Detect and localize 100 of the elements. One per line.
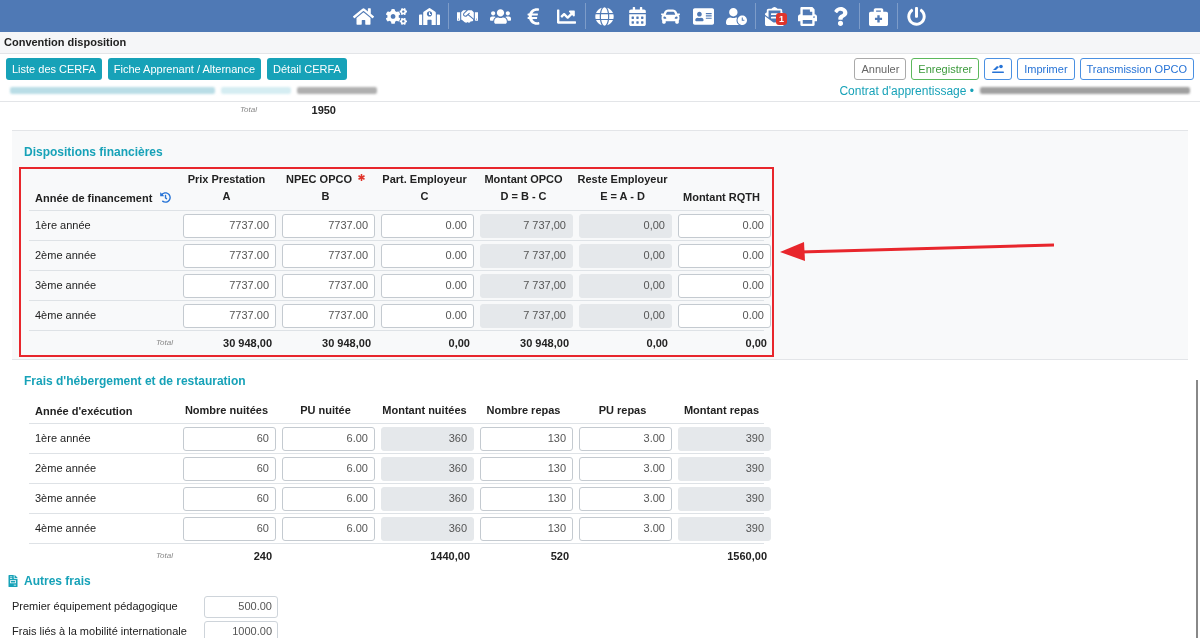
total-label: Total [155, 550, 174, 562]
column-header: Prix Prestation [187, 172, 266, 187]
column-formula: D = B - C [500, 189, 547, 204]
input-field[interactable]: 500.00 [204, 595, 278, 618]
readonly-field: 390 [678, 426, 771, 451]
column-header: Montant RQTH [683, 190, 760, 205]
car-icon[interactable] [660, 6, 681, 26]
column-formula: C [420, 189, 429, 204]
input-field[interactable]: 6.00 [282, 426, 375, 451]
column-header: Montant nuitées [382, 403, 467, 418]
total-label: Total [155, 337, 174, 349]
input-field[interactable]: 130 [480, 516, 573, 541]
medical-kit-icon[interactable] [868, 6, 889, 26]
total-label: Total [239, 104, 258, 117]
action-button[interactable]: Imprimer [1017, 58, 1075, 80]
readonly-field: 0,00 [579, 303, 672, 328]
input-field[interactable]: 0.00 [381, 213, 474, 238]
input-field[interactable]: 6.00 [282, 456, 375, 481]
readonly-field: 390 [678, 516, 771, 541]
print-icon[interactable] [797, 6, 818, 26]
readonly-field: 7 737,00 [480, 303, 573, 328]
input-field[interactable]: 60 [183, 516, 276, 541]
input-field[interactable]: 7737.00 [282, 213, 375, 238]
total-value: 30 948,00 [322, 335, 371, 351]
input-field[interactable]: 7737.00 [282, 273, 375, 298]
input-field[interactable]: 6.00 [282, 486, 375, 511]
column-header: Année de financement [35, 190, 153, 206]
column-header: Montant OPCO [484, 172, 563, 187]
redacted-text [221, 87, 291, 94]
save-button[interactable]: Enregistrer [911, 58, 980, 80]
row-label: 2ème année [34, 248, 98, 264]
total-value: 30 948,00 [520, 335, 569, 351]
input-field[interactable]: 7737.00 [282, 303, 375, 328]
readonly-field: 7 737,00 [480, 243, 573, 268]
column-formula: B [321, 189, 330, 204]
history-icon[interactable] [160, 192, 172, 204]
input-field[interactable]: 7737.00 [282, 243, 375, 268]
input-field[interactable]: 0.00 [381, 243, 474, 268]
row-label: 1ère année [34, 431, 92, 447]
column-header: Reste Employeur [577, 172, 668, 187]
input-field[interactable]: 7737.00 [183, 243, 276, 268]
school-icon[interactable] [419, 6, 440, 26]
total-value: 1440,00 [430, 548, 470, 564]
input-field[interactable]: 7737.00 [183, 303, 276, 328]
row-label: 4ème année [34, 308, 98, 324]
user-clock-icon[interactable] [726, 6, 747, 26]
input-field[interactable]: 130 [480, 486, 573, 511]
input-field[interactable]: 0.00 [678, 243, 771, 268]
row-label: 1ère année [34, 218, 92, 234]
column-header: NPEC OPCO [286, 172, 352, 187]
input-field[interactable]: 0.00 [381, 273, 474, 298]
readonly-field: 360 [381, 426, 474, 451]
field-label: Frais liés à la mobilité internationale [12, 624, 188, 638]
input-field[interactable]: 3.00 [579, 426, 672, 451]
input-field[interactable]: 60 [183, 456, 276, 481]
home-icon[interactable] [353, 6, 374, 26]
column-formula: E = A - D [600, 189, 645, 204]
input-field[interactable]: 3.00 [579, 486, 672, 511]
input-field[interactable]: 0.00 [678, 213, 771, 238]
globe-icon[interactable] [594, 6, 615, 26]
input-field[interactable]: 0.00 [381, 303, 474, 328]
input-field[interactable]: 130 [480, 426, 573, 451]
input-field[interactable]: 3.00 [579, 456, 672, 481]
input-field[interactable]: 60 [183, 486, 276, 511]
input-field[interactable]: 1000.00 [204, 620, 278, 638]
cancel-button[interactable]: Annuler [854, 58, 907, 80]
input-field[interactable]: 3.00 [579, 516, 672, 541]
notification-badge: 1 [776, 12, 787, 25]
readonly-field: 390 [678, 456, 771, 481]
readonly-field: 7 737,00 [480, 213, 573, 238]
total-value: 0,00 [646, 335, 668, 351]
page-title: Convention disposition [4, 35, 127, 51]
input-field[interactable]: 130 [480, 456, 573, 481]
total-value: 1950 [311, 103, 337, 118]
total-value: 520 [550, 548, 569, 564]
calendar-icon[interactable] [627, 6, 648, 26]
power-icon[interactable] [906, 6, 927, 26]
input-field[interactable]: 7737.00 [183, 213, 276, 238]
column-header: Nombre nuitées [184, 403, 269, 418]
swimmer-icon [991, 64, 1006, 74]
section-title: Autres frais [24, 573, 91, 590]
input-field[interactable]: 6.00 [282, 516, 375, 541]
id-card-icon[interactable] [693, 6, 714, 26]
total-value: 0,00 [745, 335, 767, 351]
required-icon [358, 174, 365, 181]
input-field[interactable]: 7737.00 [183, 273, 276, 298]
readonly-field: 7 737,00 [480, 273, 573, 298]
gears-icon[interactable] [386, 6, 407, 26]
section-title: Dispositions financières [24, 145, 163, 159]
input-field[interactable]: 0.00 [678, 303, 771, 328]
total-value: 240 [253, 548, 272, 564]
input-field[interactable]: 60 [183, 426, 276, 451]
document-icon [8, 575, 18, 587]
action-button[interactable]: Transmission OPCO [1079, 58, 1194, 80]
line-chart-icon[interactable] [556, 6, 577, 26]
column-header: Montant repas [683, 403, 760, 418]
icon-button[interactable] [984, 58, 1013, 80]
contract-label: Contrat d'apprentissage • [839, 82, 974, 100]
users-icon[interactable] [490, 6, 511, 26]
input-field[interactable]: 0.00 [678, 273, 771, 298]
